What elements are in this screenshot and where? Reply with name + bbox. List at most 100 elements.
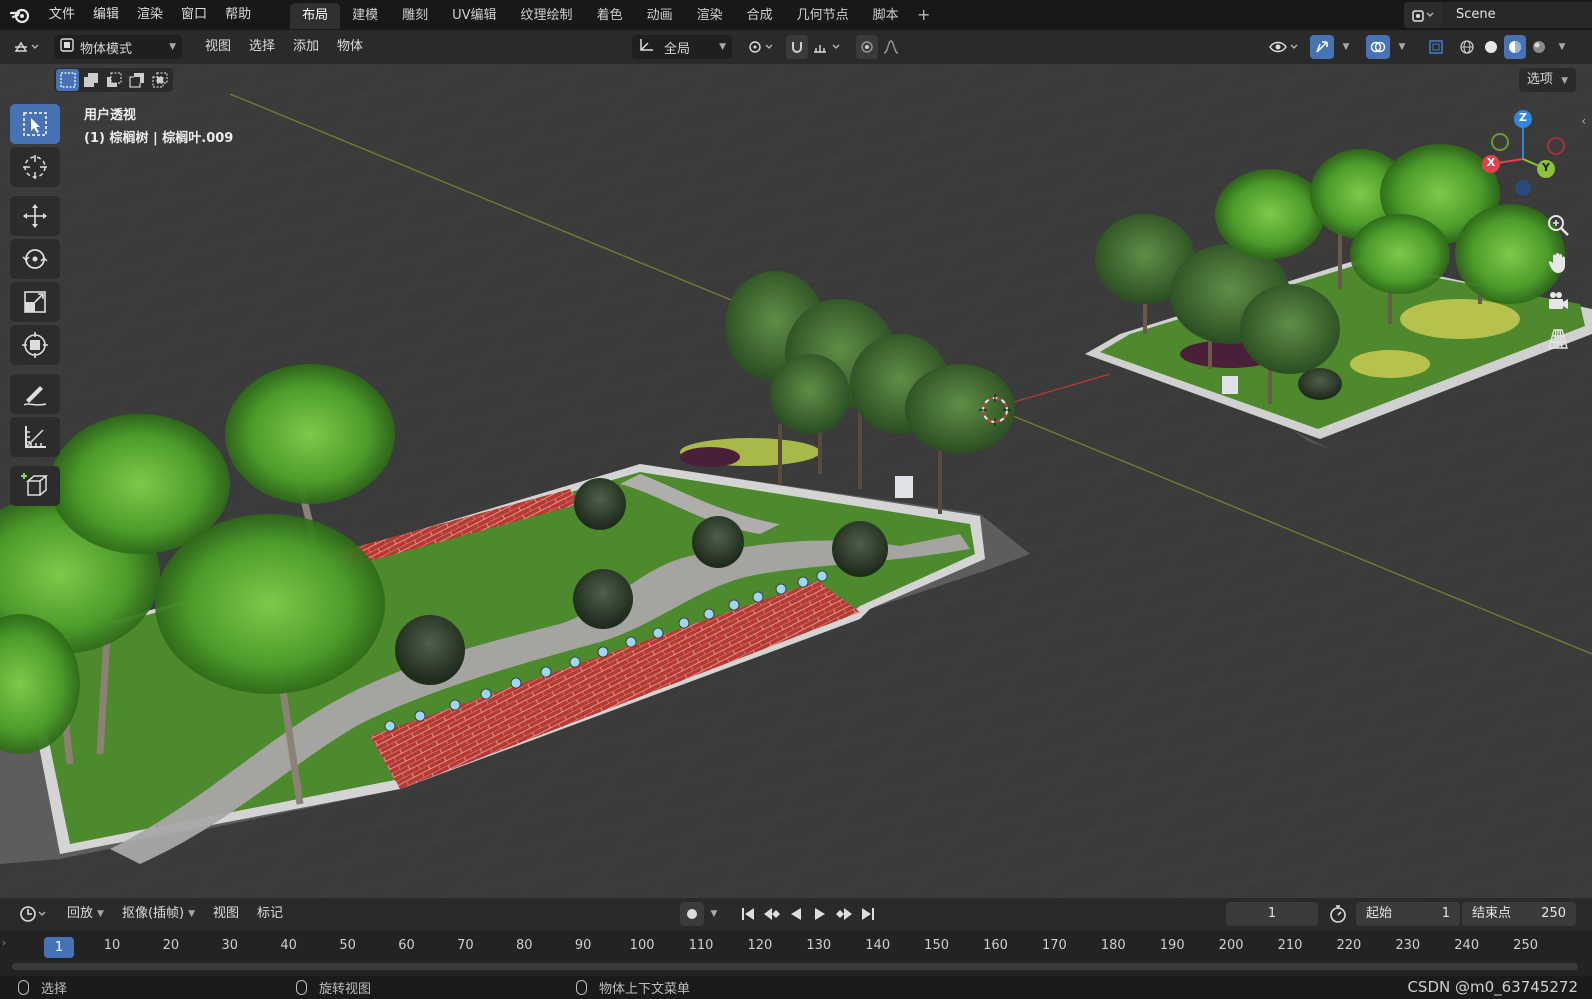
status-rotate-label: 旋转视图 bbox=[319, 982, 372, 997]
snap-toggle-button[interactable] bbox=[786, 35, 808, 59]
timeline-editor-type-button[interactable] bbox=[10, 902, 58, 926]
tab-compositing[interactable]: 合成 bbox=[735, 3, 785, 29]
jump-to-end-icon[interactable] bbox=[856, 902, 880, 926]
pan-hand-icon[interactable] bbox=[1542, 247, 1574, 279]
menu-marker[interactable]: 标记 bbox=[248, 902, 292, 926]
ruler-tick-label: 40 bbox=[280, 938, 297, 953]
playhead-frame[interactable]: 1 bbox=[44, 937, 74, 958]
tab-texture-paint[interactable]: 纹理绘制 bbox=[509, 3, 585, 29]
pivot-point-button[interactable] bbox=[744, 35, 780, 59]
menu-add[interactable]: 添加 bbox=[284, 35, 328, 59]
chevron-down-icon: ▼ bbox=[1558, 42, 1566, 52]
tab-layout[interactable]: 布局 bbox=[290, 3, 341, 29]
3d-viewport[interactable]: Z X Y 用户透视 (1) 棕榈树 | 棕榈叶.009 ‹ bbox=[0, 64, 1592, 898]
chevron-down-icon: ▼ bbox=[710, 909, 718, 919]
menu-window[interactable]: 窗口 bbox=[172, 0, 216, 30]
select-box-tool[interactable] bbox=[10, 104, 60, 144]
ruler-tick-label: 30 bbox=[221, 938, 239, 953]
tab-rendering[interactable]: 渲染 bbox=[685, 3, 735, 29]
ruler-tick-label: 10 bbox=[103, 938, 121, 953]
jump-to-start-icon[interactable] bbox=[736, 902, 760, 926]
tab-uv-editing[interactable]: UV编辑 bbox=[440, 3, 508, 29]
menu-object[interactable]: 物体 bbox=[328, 35, 372, 59]
tab-animation[interactable]: 动画 bbox=[635, 3, 685, 29]
blender-logo-icon[interactable] bbox=[0, 0, 40, 30]
transform-orientation-dropdown[interactable]: 全局 ▼ bbox=[632, 35, 732, 59]
sidebar-expand-chevron-icon[interactable]: ‹ bbox=[1581, 114, 1586, 128]
overlays-dropdown[interactable]: ▼ bbox=[1392, 35, 1408, 59]
timeline-ruler[interactable]: 1 10 20 30 40 50 60 70 80 90 100 110 120 130 140 150 16… bbox=[0, 930, 1592, 976]
menu-file[interactable]: 文件 bbox=[40, 0, 84, 30]
collapse-chevron-icon[interactable]: › bbox=[2, 938, 6, 949]
editor-type-button[interactable] bbox=[8, 35, 48, 59]
ruler-tick-label: 240 bbox=[1454, 938, 1480, 953]
jump-next-keyframe-icon[interactable] bbox=[832, 902, 856, 926]
camera-view-icon[interactable] bbox=[1542, 285, 1574, 317]
view-name: 用户透视 bbox=[84, 108, 137, 123]
menu-render[interactable]: 渲染 bbox=[128, 0, 172, 30]
ruler-tick-label: 50 bbox=[339, 938, 356, 953]
play-reverse-icon[interactable] bbox=[784, 902, 808, 926]
transform-tool[interactable] bbox=[10, 325, 60, 365]
annotate-tool[interactable] bbox=[10, 374, 60, 414]
scene-render bbox=[0, 64, 1592, 898]
current-frame-field[interactable]: 1 bbox=[1226, 902, 1318, 926]
select-invert-icon[interactable] bbox=[125, 69, 148, 91]
gizmo-y-label: Y bbox=[1542, 161, 1550, 174]
start-frame-field[interactable]: 起始 1 bbox=[1356, 902, 1460, 926]
scene-name-field[interactable]: Scene bbox=[1442, 2, 1592, 28]
rotate-tool[interactable] bbox=[10, 239, 60, 279]
navigation-controls bbox=[1542, 209, 1574, 361]
jump-prev-keyframe-icon[interactable] bbox=[760, 902, 784, 926]
move-tool[interactable] bbox=[10, 196, 60, 236]
menu-timeline-view[interactable]: 视图 bbox=[204, 902, 248, 926]
snap-options-button[interactable] bbox=[810, 35, 846, 59]
menu-edit[interactable]: 编辑 bbox=[84, 0, 128, 30]
solid-shading-button[interactable] bbox=[1480, 35, 1502, 59]
tab-modeling[interactable]: 建模 bbox=[340, 3, 390, 29]
tab-shading[interactable]: 着色 bbox=[585, 3, 635, 29]
wireframe-shading-button[interactable] bbox=[1456, 35, 1478, 59]
scale-tool[interactable] bbox=[10, 282, 60, 322]
stopwatch-icon[interactable] bbox=[1328, 904, 1348, 928]
visibility-button[interactable] bbox=[1266, 35, 1302, 59]
cursor-tool[interactable] bbox=[10, 147, 60, 187]
menu-select[interactable]: 选择 bbox=[240, 35, 284, 59]
menu-playback[interactable]: 回放 ▼ bbox=[58, 902, 113, 926]
mode-dropdown[interactable]: 物体模式 ▼ bbox=[54, 35, 182, 59]
select-intersect-icon[interactable] bbox=[148, 69, 171, 91]
gizmo-dropdown[interactable]: ▼ bbox=[1336, 35, 1352, 59]
gizmo-toggle-button[interactable] bbox=[1310, 35, 1334, 59]
rendered-shading-button[interactable] bbox=[1528, 35, 1550, 59]
xray-toggle-button[interactable] bbox=[1424, 35, 1448, 59]
shading-dropdown[interactable]: ▼ bbox=[1552, 35, 1568, 59]
play-icon[interactable] bbox=[808, 902, 832, 926]
select-new-icon[interactable] bbox=[56, 69, 79, 91]
ruler-tick-label: 20 bbox=[162, 938, 180, 953]
falloff-button[interactable] bbox=[880, 35, 910, 59]
add-workspace-button[interactable]: + bbox=[911, 0, 937, 30]
overlays-toggle-button[interactable] bbox=[1366, 35, 1390, 59]
add-cube-tool[interactable] bbox=[10, 466, 60, 506]
menu-keying[interactable]: 抠像(插帧) ▼ bbox=[113, 902, 204, 926]
timeline-scrollbar[interactable] bbox=[12, 963, 1578, 970]
measure-tool[interactable] bbox=[10, 417, 60, 457]
chevron-down-icon: ▼ bbox=[169, 42, 176, 52]
tab-scripting[interactable]: 脚本 bbox=[861, 3, 911, 29]
menu-view[interactable]: 视图 bbox=[196, 35, 240, 59]
auto-keying-button[interactable] bbox=[680, 902, 704, 926]
perspective-toggle-icon[interactable] bbox=[1542, 323, 1574, 355]
keying-options-dropdown[interactable]: ▼ bbox=[704, 902, 720, 926]
mode-label: 物体模式 bbox=[80, 41, 133, 57]
end-frame-field[interactable]: 结束点 250 bbox=[1462, 902, 1576, 926]
zoom-icon[interactable] bbox=[1542, 209, 1574, 241]
material-preview-button[interactable] bbox=[1504, 35, 1526, 59]
proportional-edit-button[interactable] bbox=[856, 35, 878, 59]
select-subtract-icon[interactable] bbox=[102, 69, 125, 91]
options-dropdown[interactable]: 选项 ▼ bbox=[1518, 68, 1576, 92]
select-extend-icon[interactable] bbox=[79, 69, 102, 91]
scene-browse-button[interactable] bbox=[1404, 2, 1442, 28]
tab-sculpting[interactable]: 雕刻 bbox=[390, 3, 440, 29]
tab-geometry-nodes[interactable]: 几何节点 bbox=[785, 3, 861, 29]
menu-help[interactable]: 帮助 bbox=[216, 0, 260, 30]
